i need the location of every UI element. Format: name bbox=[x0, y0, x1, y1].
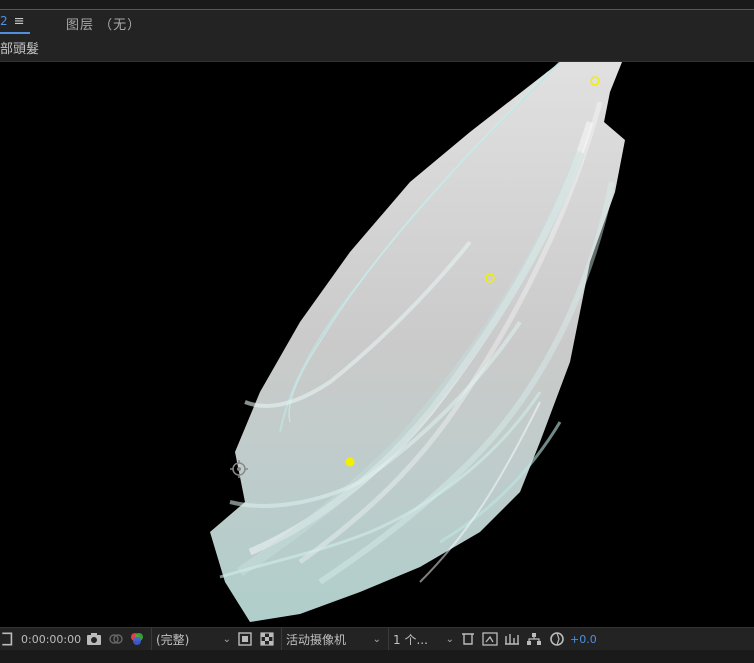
composition-name[interactable]: 部頭髮 bbox=[0, 38, 39, 57]
composition-viewer[interactable] bbox=[0, 62, 754, 627]
tab-label: 2 bbox=[0, 14, 8, 28]
region-icon[interactable] bbox=[0, 628, 16, 650]
camera-dropdown[interactable]: 活动摄像机 ⌄ bbox=[281, 628, 385, 650]
show-snapshot-icon[interactable] bbox=[108, 628, 124, 650]
layer-panel-label[interactable]: 图层 （无） bbox=[66, 14, 141, 33]
toggle-mask-icon[interactable] bbox=[238, 628, 252, 650]
views-dropdown[interactable]: 1 个... ⌄ bbox=[388, 628, 458, 650]
chevron-down-icon: ⌄ bbox=[445, 633, 454, 645]
hair-artwork bbox=[210, 62, 625, 622]
timeline-icon[interactable] bbox=[504, 628, 520, 650]
composition-breadcrumb: 部頭髮 bbox=[0, 34, 754, 62]
chevron-down-icon: ⌄ bbox=[372, 633, 381, 645]
flowchart-icon[interactable] bbox=[526, 628, 542, 650]
panel-menu-icon[interactable]: ≡ bbox=[14, 14, 25, 29]
reset-exposure-icon[interactable] bbox=[549, 628, 565, 650]
draft-3d-icon[interactable] bbox=[460, 628, 476, 650]
anchor-point-bottom[interactable] bbox=[345, 457, 355, 467]
bottom-status-strip bbox=[0, 650, 754, 663]
exposure-value[interactable]: +0.0 bbox=[570, 628, 597, 650]
viewer-toolbar: 0:00:00:00 (完整) ⌄ 活动摄像机 ⌄ 1 个... ⌄ +0.0 bbox=[0, 627, 754, 650]
composition-tab-bar: 2 ≡ 图层 （无） bbox=[0, 10, 754, 34]
resolution-dropdown[interactable]: (完整) ⌄ bbox=[151, 628, 235, 650]
color-channels-icon[interactable] bbox=[129, 628, 145, 650]
views-value: 1 个... bbox=[393, 632, 428, 647]
transparency-grid-icon[interactable] bbox=[260, 628, 274, 650]
top-window-bar bbox=[0, 0, 754, 10]
timecode-display[interactable]: 0:00:00:00 bbox=[21, 628, 81, 650]
tab-composition[interactable]: 2 ≡ bbox=[0, 10, 30, 34]
camera-snapshot-icon[interactable] bbox=[86, 628, 102, 650]
fast-preview-icon[interactable] bbox=[482, 628, 498, 650]
camera-value: 活动摄像机 bbox=[286, 632, 347, 647]
chevron-down-icon: ⌄ bbox=[222, 633, 231, 645]
resolution-value: (完整) bbox=[156, 632, 190, 647]
